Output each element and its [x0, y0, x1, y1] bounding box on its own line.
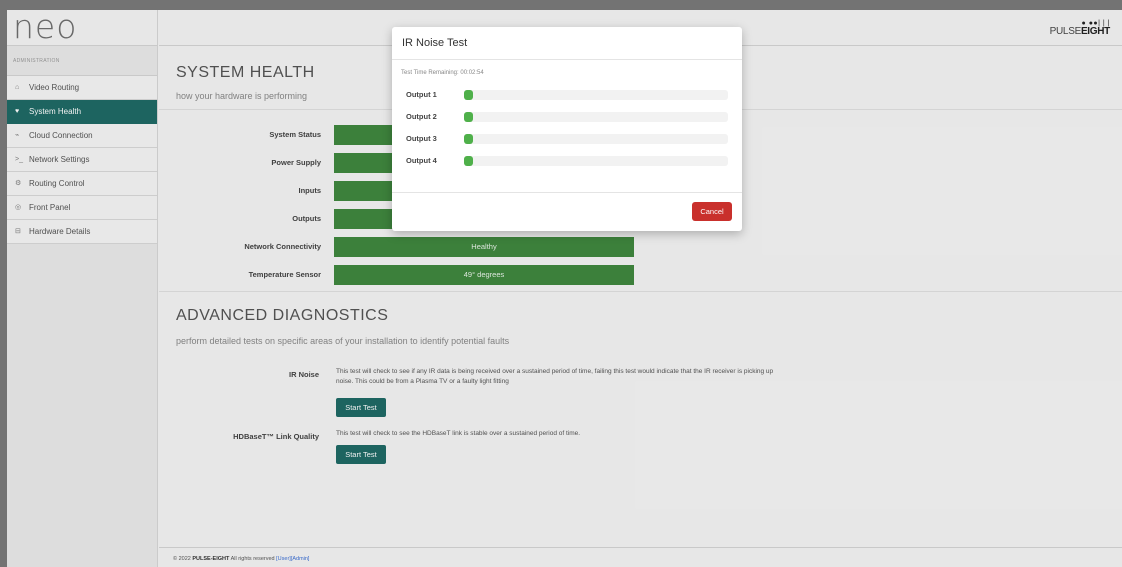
output-progress-bar	[464, 156, 728, 166]
output-label: Output 3	[406, 134, 437, 143]
output-row: Output 4	[392, 154, 742, 168]
output-progress-bar	[464, 112, 728, 122]
output-progress-bar	[464, 134, 728, 144]
output-label: Output 4	[406, 156, 437, 165]
cancel-button[interactable]: Cancel	[692, 202, 732, 221]
output-progress-fill	[464, 112, 473, 122]
output-row: Output 3	[392, 132, 742, 146]
modal-footer-divider	[392, 192, 742, 193]
output-progress-fill	[464, 156, 473, 166]
output-row: Output 1	[392, 88, 742, 102]
output-row: Output 2	[392, 110, 742, 124]
output-progress-fill	[464, 90, 473, 100]
output-label: Output 2	[406, 112, 437, 121]
output-label: Output 1	[406, 90, 437, 99]
ir-noise-test-modal: IR Noise Test Test Time Remaining: 00:02…	[392, 27, 742, 231]
output-progress-bar	[464, 90, 728, 100]
modal-title: IR Noise Test	[392, 27, 742, 60]
output-progress-fill	[464, 134, 473, 144]
test-time-remaining: Test Time Remaining: 00:02:54	[401, 70, 484, 76]
